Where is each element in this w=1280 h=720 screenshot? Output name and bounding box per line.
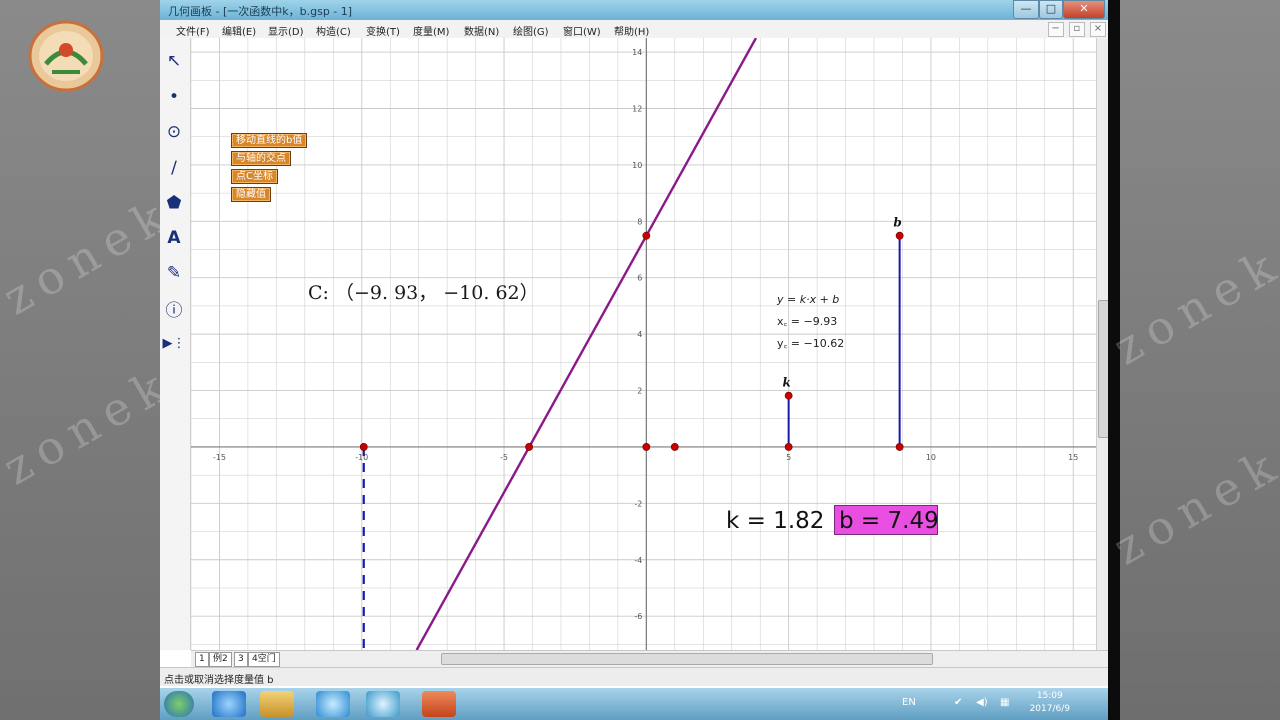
- straightedge-tool-icon[interactable]: ∕: [160, 153, 188, 183]
- coordinate-graph: -15-10-5510151412108642-2-4-6-8kb: [191, 38, 1096, 650]
- x-tick-label: 10: [926, 453, 936, 462]
- graph-point: [642, 443, 651, 451]
- window-title: 几何画板 - [一次函数中k，b.gsp - 1]: [168, 5, 353, 18]
- point-c-coordinates[interactable]: C: （−9. 93， −10. 62）: [308, 278, 539, 305]
- taskbar: EN ✔ ◀) ▦ 15:09 2017/6/9: [160, 688, 1108, 720]
- folder-icon[interactable]: [260, 691, 294, 717]
- y-tick-label: 2: [637, 387, 642, 396]
- status-text: 点击或取消选择度量值 b: [164, 675, 274, 686]
- document-window-controls: − ▫ ×: [1046, 22, 1106, 37]
- powerpoint-icon[interactable]: [422, 691, 456, 717]
- system-clock[interactable]: 15:09 2017/6/9: [1030, 690, 1070, 716]
- tray-network-icon[interactable]: ▦: [1000, 697, 1009, 708]
- y-tick-label: -6: [634, 612, 642, 621]
- y-tick-label: -4: [634, 556, 642, 565]
- sketchpad-icon[interactable]: [316, 691, 350, 717]
- x-tick-label: -5: [500, 453, 508, 462]
- y-tick-label: -2: [634, 499, 642, 508]
- compass-tool-icon[interactable]: ⊙: [160, 117, 188, 147]
- tray-language[interactable]: EN: [902, 697, 916, 708]
- k-segment-label: k: [782, 376, 790, 390]
- tray-security-icon[interactable]: ✔: [954, 697, 962, 708]
- graph-point: [784, 443, 793, 451]
- b-value-measurement[interactable]: b = 7.49: [834, 505, 939, 535]
- graph-point: [784, 391, 793, 400]
- y-tick-label: 8: [637, 217, 642, 226]
- point-tool-icon[interactable]: •: [160, 82, 188, 112]
- menu-construct[interactable]: 构造(C): [316, 23, 351, 38]
- doc-minimize-button[interactable]: −: [1047, 22, 1064, 37]
- page-tab-example2[interactable]: 例2: [209, 652, 232, 667]
- polygon-tool-icon[interactable]: ⬟: [160, 188, 188, 218]
- menu-graph[interactable]: 绘图(G): [513, 23, 549, 38]
- custom-tool-icon[interactable]: ▶⋮: [160, 328, 188, 358]
- menu-bar: 文件(F) 编辑(E) 显示(D) 构造(C) 变换(T) 度量(M) 数据(N…: [160, 20, 1108, 39]
- x-tick-label: 15: [1068, 453, 1078, 462]
- page-tab-1[interactable]: 1: [195, 652, 209, 667]
- title-bar: 几何画板 - [一次函数中k，b.gsp - 1] — □ ✕: [160, 0, 1108, 20]
- menu-display[interactable]: 显示(D): [268, 23, 304, 38]
- tray-volume-icon[interactable]: ◀): [976, 697, 988, 708]
- action-button-point-c[interactable]: 点C坐标: [231, 169, 278, 184]
- arrow-select-icon[interactable]: ↖: [160, 46, 188, 76]
- minimize-button[interactable]: —: [1013, 0, 1039, 19]
- y-tick-label: 4: [637, 330, 642, 339]
- yc-measurement[interactable]: y꜀ = −10.62: [777, 336, 844, 351]
- xc-measurement[interactable]: x꜀ = −9.93: [777, 314, 837, 329]
- doc-close-button[interactable]: ×: [1090, 22, 1106, 37]
- text-tool-icon[interactable]: A: [160, 223, 188, 253]
- x-tick-label: 5: [786, 453, 791, 462]
- x-tick-label: -15: [213, 453, 226, 462]
- page-tab-3[interactable]: 3: [234, 652, 248, 667]
- menu-edit[interactable]: 编辑(E): [222, 23, 256, 38]
- b-segment-label: b: [893, 216, 901, 230]
- y-tick-label: 14: [632, 48, 642, 57]
- y-tick-label: 10: [632, 161, 642, 170]
- menu-transform[interactable]: 变换(T): [366, 23, 400, 38]
- sketchpad-window: 几何画板 - [一次函数中k，b.gsp - 1] — □ ✕ 文件(F) 编辑…: [160, 0, 1108, 688]
- vertical-scroll-thumb[interactable]: [1098, 300, 1108, 438]
- page-tab-bar: 1 例2 3 4空门: [191, 650, 1108, 667]
- menu-file[interactable]: 文件(F): [176, 23, 210, 38]
- doc-restore-button[interactable]: ▫: [1068, 22, 1085, 37]
- sketch-canvas[interactable]: -15-10-5510151412108642-2-4-6-8kb 移动直线的b…: [191, 38, 1096, 650]
- menu-number[interactable]: 数据(N): [464, 23, 499, 38]
- ie-icon[interactable]: [212, 691, 246, 717]
- menu-window[interactable]: 窗口(W): [563, 23, 601, 38]
- school-logo: [28, 20, 104, 92]
- information-tool-icon[interactable]: ⓘ: [160, 293, 188, 323]
- horizontal-scroll-thumb[interactable]: [441, 653, 933, 665]
- status-bar: 点击或取消选择度量值 b: [160, 667, 1108, 686]
- k-value-measurement[interactable]: k = 1.82: [726, 508, 824, 534]
- y-tick-label: 6: [637, 274, 642, 283]
- function-equation[interactable]: y = k·x + b: [777, 293, 839, 306]
- y-tick-label: 12: [632, 105, 642, 114]
- media-icon[interactable]: [366, 691, 400, 717]
- menu-help[interactable]: 帮助(H): [614, 23, 649, 38]
- start-orb-icon[interactable]: [164, 691, 194, 717]
- function-line: [415, 38, 758, 650]
- marker-tool-icon[interactable]: ✎: [160, 258, 188, 288]
- maximize-button[interactable]: □: [1039, 0, 1063, 19]
- close-button[interactable]: ✕: [1063, 0, 1105, 19]
- graph-point: [895, 443, 904, 451]
- clock-date: 2017/6/9: [1029, 704, 1070, 714]
- action-button-intersection[interactable]: 与轴的交点: [231, 151, 291, 166]
- action-button-move-line[interactable]: 移动直线的b值: [231, 133, 308, 148]
- graph-point: [525, 443, 533, 451]
- graph-point: [670, 443, 679, 451]
- menu-measure[interactable]: 度量(M): [413, 23, 449, 38]
- action-button-hide-values[interactable]: 隐藏值: [231, 187, 271, 202]
- clock-time: 15:09: [1036, 691, 1063, 701]
- page-tab-4[interactable]: 4空门: [248, 652, 280, 667]
- graph-point: [642, 231, 651, 240]
- left-background: [0, 0, 160, 720]
- graph-point: [359, 443, 368, 451]
- vertical-scrollbar[interactable]: [1096, 38, 1108, 650]
- graph-point: [895, 231, 904, 240]
- toolbox: ↖ • ⊙ ∕ ⬟ A ✎ ⓘ ▶⋮: [160, 38, 191, 650]
- x-tick-label: -10: [355, 453, 368, 462]
- screen-edge: [1108, 0, 1120, 720]
